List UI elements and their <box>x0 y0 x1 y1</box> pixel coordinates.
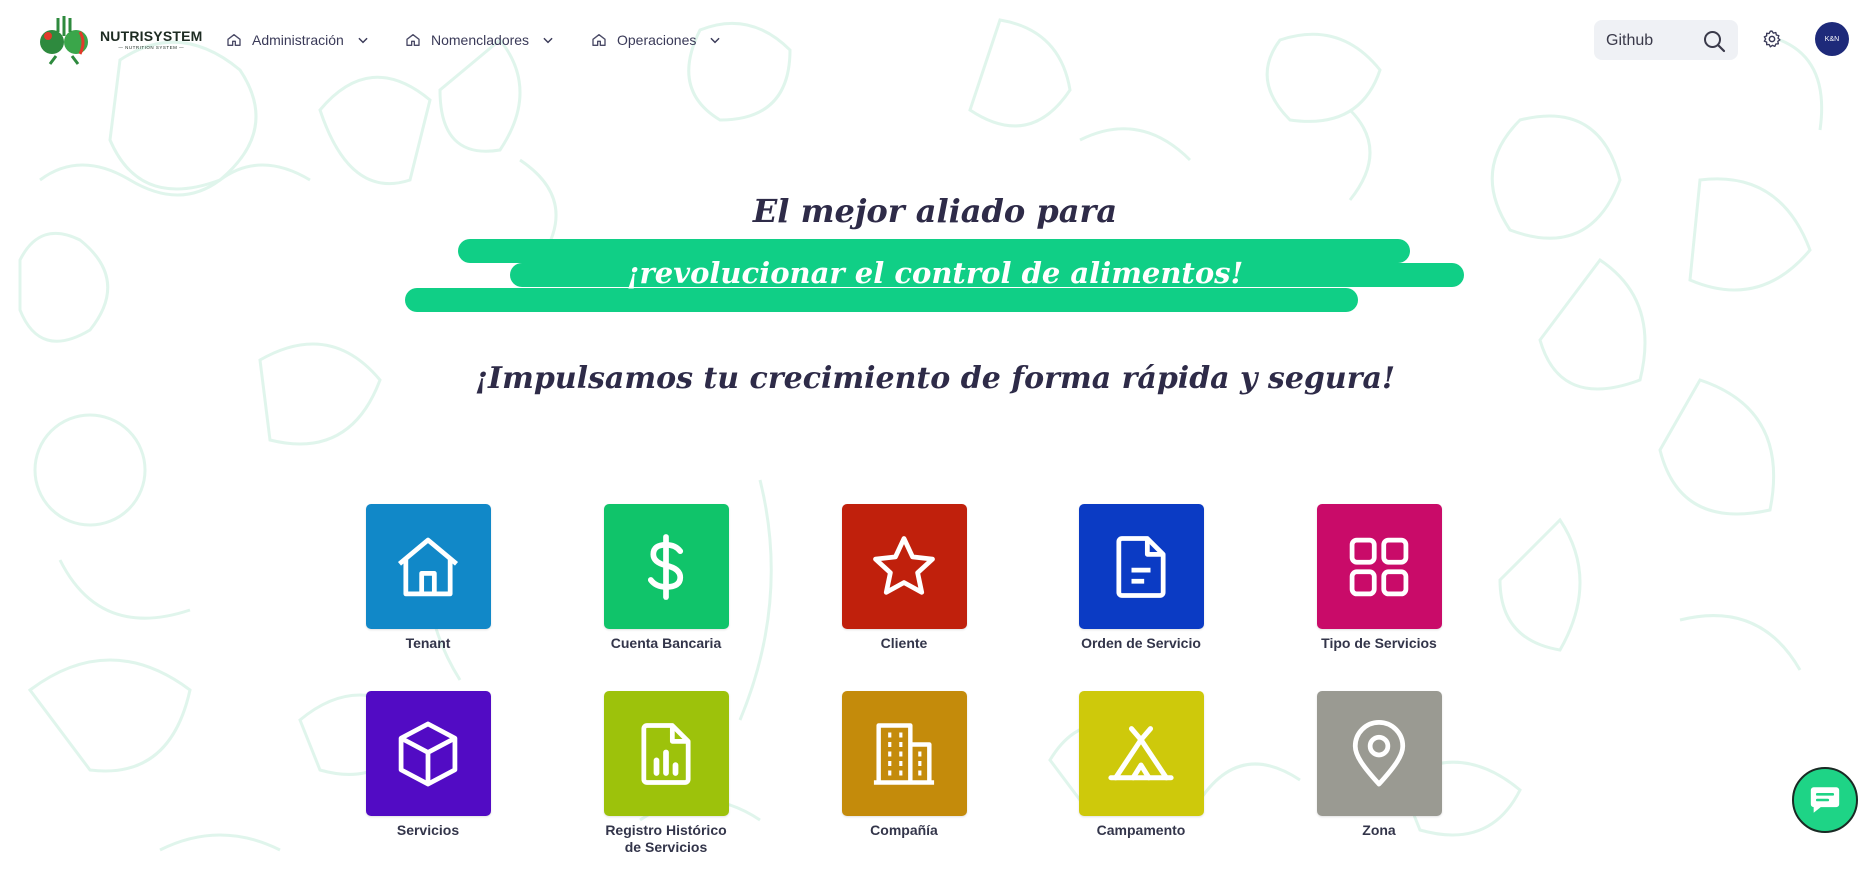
grid-icon <box>1349 537 1409 596</box>
tile-label: Cuenta Bancaria <box>610 635 722 651</box>
tile-label: Tipo de Servicios <box>1321 635 1437 651</box>
search-icon[interactable] <box>1702 29 1726 53</box>
brand-tagline: — NUTRITION SYSTEM — <box>118 45 185 50</box>
tile-campamento[interactable]: Campamento <box>1051 691 1231 839</box>
hero-subheading: ¡Impulsamos tu crecimiento de forma rápi… <box>474 361 1396 396</box>
document-icon <box>1116 535 1166 598</box>
tile-icon-box <box>1078 504 1204 629</box>
building-icon <box>873 722 935 785</box>
tile-icon-box <box>365 691 491 816</box>
tile-icon-box <box>1078 691 1204 816</box>
tile-tenant[interactable]: Tenant <box>338 504 518 652</box>
chat-bubble-icon <box>1810 787 1840 813</box>
star-icon <box>873 535 935 595</box>
dollar-icon <box>647 533 684 600</box>
report-icon <box>641 722 691 785</box>
tile-servicios[interactable]: Servicios <box>338 691 518 839</box>
tile-registro-historico[interactable]: Registro Histórico de Servicios <box>576 691 756 856</box>
search-box <box>1594 20 1738 60</box>
gear-icon[interactable] <box>1762 29 1782 49</box>
tent-icon <box>1108 725 1174 780</box>
tile-label: Cliente <box>880 635 928 651</box>
tile-cuenta-bancaria[interactable]: Cuenta Bancaria <box>576 504 756 652</box>
vegetable-logo-icon <box>40 16 88 65</box>
tile-label: Zona <box>1362 822 1396 838</box>
cube-icon <box>398 721 458 786</box>
chevron-down-icon <box>543 37 553 44</box>
search-input[interactable] <box>1604 28 1698 54</box>
chat-button[interactable] <box>1792 767 1858 833</box>
chevron-down-icon <box>710 37 720 44</box>
nav-label-nomencladores: Nomencladores <box>431 32 530 48</box>
nav-menu-operaciones[interactable]: Operaciones <box>591 28 722 52</box>
home-icon <box>406 34 420 46</box>
tile-icon-box <box>365 504 491 629</box>
brand-logo[interactable]: NUTRISYSTEM — NUTRITION SYSTEM — <box>36 12 203 66</box>
tile-label: Servicios <box>396 822 460 838</box>
tile-label: Tenant <box>405 635 451 651</box>
tile-icon-box <box>1316 504 1442 629</box>
location-pin-icon <box>1352 719 1406 786</box>
nav-label-operaciones: Operaciones <box>617 32 697 48</box>
tile-cliente[interactable]: Cliente <box>814 504 994 652</box>
tile-label: Campamento <box>1096 822 1186 838</box>
tile-label: Registro Histórico de Servicios <box>605 822 727 855</box>
tile-icon-box <box>603 691 729 816</box>
tile-icon-box <box>603 504 729 629</box>
tile-zona[interactable]: Zona <box>1289 691 1469 839</box>
nav-menu-administracion[interactable]: Administración <box>226 28 370 52</box>
home-icon <box>227 34 241 46</box>
tile-label: Orden de Servicio <box>1081 635 1201 651</box>
chevron-down-icon <box>358 37 368 44</box>
home-icon <box>397 537 459 596</box>
brand-name: NUTRISYSTEM <box>100 28 203 44</box>
tile-icon-box <box>1316 691 1442 816</box>
avatar-initials: K&N <box>1824 35 1840 43</box>
home-icon <box>592 34 606 46</box>
tile-icon-box <box>841 504 967 629</box>
tile-compania[interactable]: Compañía <box>814 691 994 839</box>
accent-stripe <box>405 288 1358 312</box>
tile-orden-de-servicio[interactable]: Orden de Servicio <box>1051 504 1231 652</box>
tile-tipo-de-servicios[interactable]: Tipo de Servicios <box>1289 504 1469 652</box>
nav-menu-nomencladores[interactable]: Nomencladores <box>405 28 555 52</box>
tile-icon-box <box>841 691 967 816</box>
user-avatar[interactable]: K&N <box>1815 22 1849 56</box>
hero-heading: El mejor aliado para <box>752 192 1118 230</box>
hero-highlight-text: ¡revolucionar el control de alimentos! <box>626 256 1244 290</box>
nav-label-administracion: Administración <box>252 32 344 48</box>
tile-label: Compañía <box>870 822 938 838</box>
